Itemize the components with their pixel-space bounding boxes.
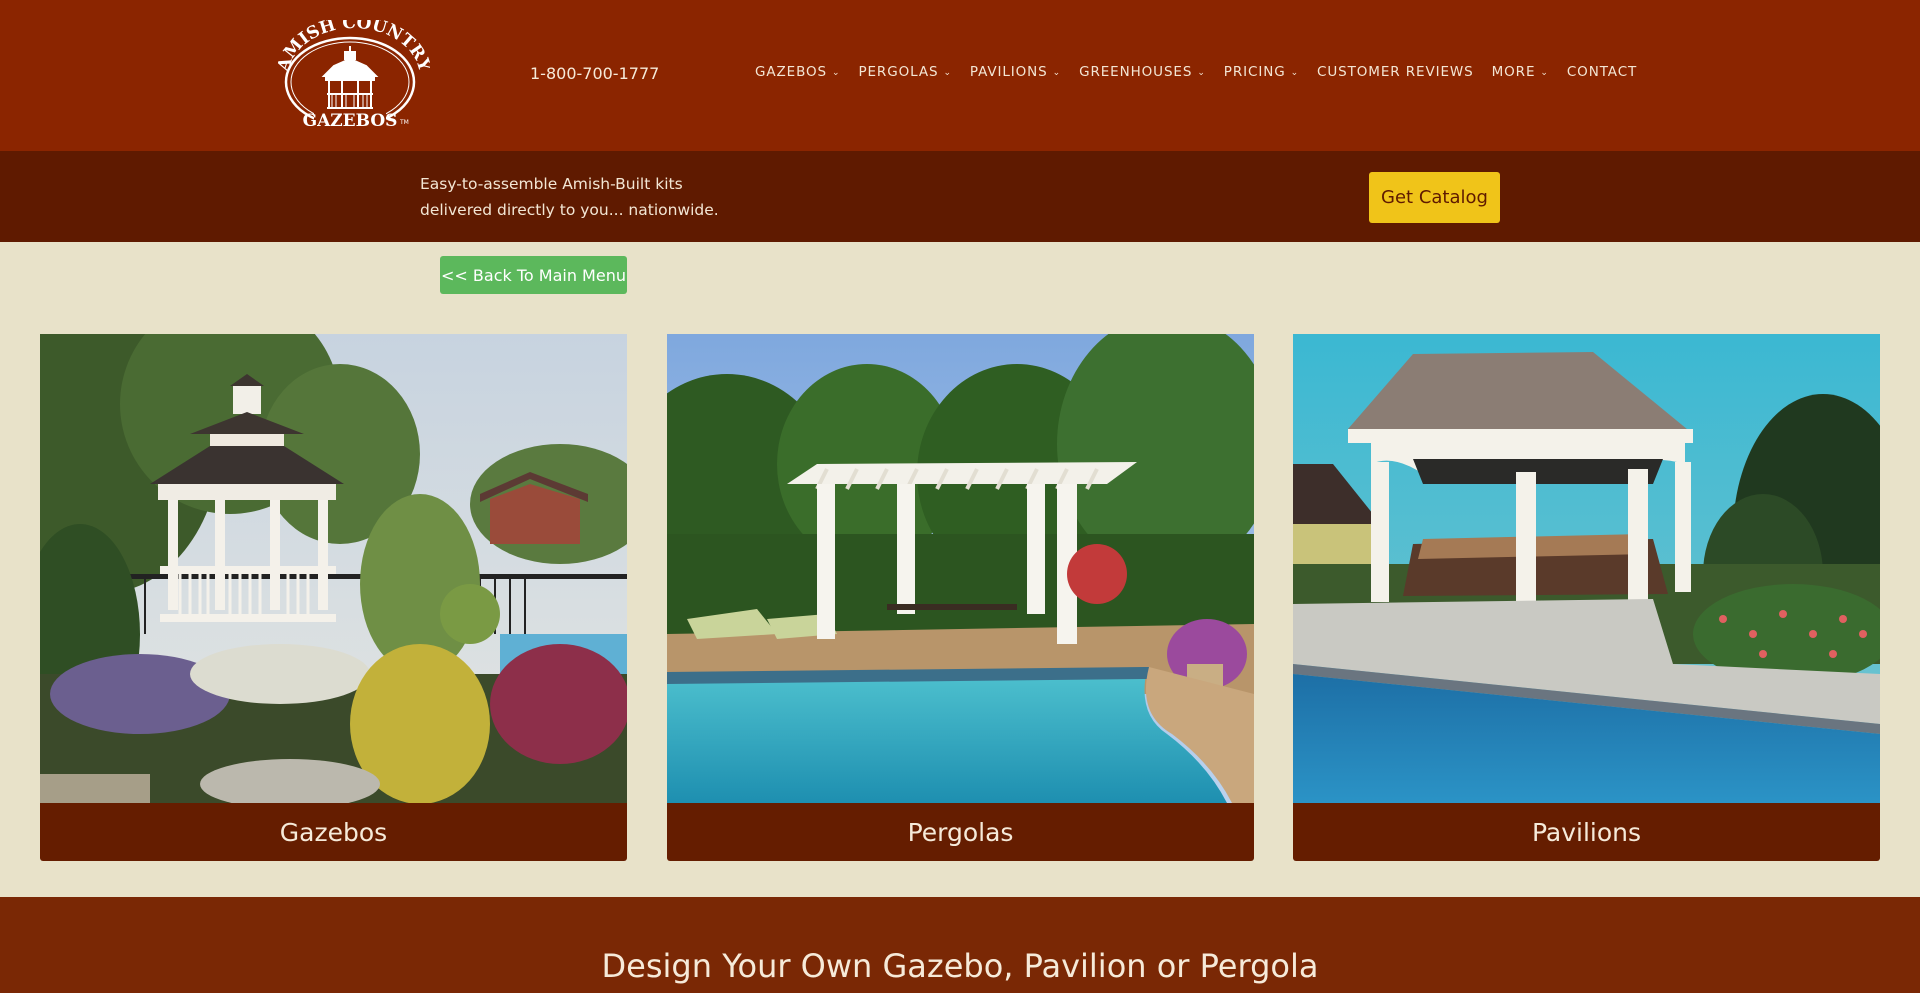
chevron-down-icon: ⌄: [1052, 68, 1062, 78]
nav-item-label: PAVILIONS: [969, 64, 1048, 80]
nav-item-label: PRICING: [1223, 64, 1286, 80]
tagline: Easy-to-assemble Amish-Built kits delive…: [420, 171, 719, 223]
phone-number[interactable]: 1-800-700-1777: [530, 64, 659, 83]
chevron-down-icon: ⌄: [1540, 68, 1549, 78]
pavilion-photo[interactable]: [1293, 334, 1880, 803]
chevron-down-icon: ⌄: [1197, 68, 1206, 78]
nav-item-gazebos[interactable]: GAZEBOS ⌄: [755, 64, 840, 80]
nav-item-label: GAZEBOS: [755, 64, 827, 80]
nav-item-label: CONTACT: [1566, 64, 1638, 80]
design-your-own-section: Design Your Own Gazebo, Pavilion or Perg…: [0, 897, 1920, 993]
category-card-gazebos[interactable]: Gazebos: [40, 334, 627, 861]
tagline-bar: Easy-to-assemble Amish-Built kits delive…: [0, 151, 1920, 242]
nav-item-pavilions[interactable]: PAVILIONS ⌄: [970, 64, 1061, 80]
svg-text:GAZEBOS: GAZEBOS: [303, 111, 398, 131]
card-caption-pergolas[interactable]: Pergolas: [667, 803, 1254, 861]
nav-item-pergolas[interactable]: PERGOLAS ⌄: [858, 64, 951, 80]
chevron-down-icon: ⌄: [832, 68, 841, 78]
back-to-main-menu-button[interactable]: << Back To Main Menu: [440, 256, 627, 294]
chevron-down-icon: ⌄: [943, 68, 952, 78]
chevron-down-icon: ⌄: [1290, 68, 1300, 78]
category-card-pergolas[interactable]: Pergolas: [667, 334, 1254, 861]
nav-item-label: MORE: [1491, 64, 1536, 80]
site-header: AMISH COUNTRY GAZEBOS TM 1-800-700-1777 …: [0, 0, 1920, 151]
nav-item-pricing[interactable]: PRICING ⌄: [1224, 64, 1299, 80]
nav-item-label: PERGOLAS: [858, 64, 939, 80]
site-logo[interactable]: AMISH COUNTRY GAZEBOS TM: [273, 13, 434, 132]
nav-item-customer-reviews[interactable]: CUSTOMER REVIEWS: [1317, 64, 1474, 80]
pergola-photo[interactable]: [667, 334, 1254, 803]
tagline-line-1: Easy-to-assemble Amish-Built kits: [420, 175, 683, 193]
main-nav: GAZEBOS ⌄ PERGOLAS ⌄ PAVILIONS ⌄ GREENHO…: [755, 64, 1655, 80]
nav-item-greenhouses[interactable]: GREENHOUSES ⌄: [1079, 64, 1206, 80]
gazebo-logo-icon: AMISH COUNTRY GAZEBOS TM: [273, 13, 434, 131]
gazebo-photo[interactable]: [40, 334, 627, 803]
design-section-title: Design Your Own Gazebo, Pavilion or Perg…: [601, 947, 1319, 985]
category-card-pavilions[interactable]: Pavilions: [1293, 334, 1880, 861]
nav-item-contact[interactable]: CONTACT: [1567, 64, 1637, 80]
card-caption-gazebos[interactable]: Gazebos: [40, 803, 627, 861]
tagline-line-2: delivered directly to you... nationwide.: [420, 201, 719, 219]
nav-item-label: CUSTOMER REVIEWS: [1317, 64, 1474, 80]
svg-text:TM: TM: [399, 119, 409, 126]
nav-item-label: GREENHOUSES: [1079, 64, 1193, 80]
nav-item-more[interactable]: MORE ⌄: [1492, 64, 1549, 80]
card-caption-pavilions[interactable]: Pavilions: [1293, 803, 1880, 861]
get-catalog-button[interactable]: Get Catalog: [1369, 172, 1500, 223]
